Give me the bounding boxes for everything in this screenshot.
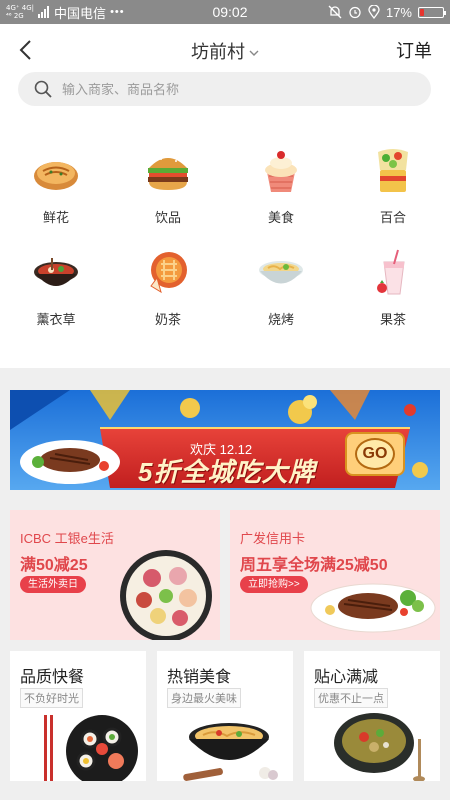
fast-meal-card[interactable]: 品质快餐 不负好时光 xyxy=(10,651,146,781)
category-label: 薰衣草 xyxy=(36,312,76,327)
location-selector[interactable]: 坊前村 xyxy=(0,38,450,64)
card-title: 品质快餐 xyxy=(20,669,85,686)
wrap-icon xyxy=(378,149,408,192)
mute-bell-icon xyxy=(328,5,342,19)
promo-title: ICBC 工银e生活 xyxy=(20,531,114,546)
category-label: 烧烤 xyxy=(267,312,294,327)
search-icon xyxy=(34,80,52,98)
card-subtitle: 优惠不止一点 xyxy=(314,688,388,708)
card-subtitle: 不负好时光 xyxy=(20,688,83,708)
battery-percent: 17% xyxy=(385,4,412,20)
top-nav-bar: 坊前村 订单 xyxy=(0,24,450,76)
category-item[interactable]: 鲜花 xyxy=(0,146,112,226)
hotpot-icon xyxy=(34,258,78,286)
promo-button[interactable]: 生活外卖日 xyxy=(20,576,86,593)
category-grid: 鲜花 饮品 美食 百合 薰衣草 奶茶 烧烤 果茶 xyxy=(0,116,450,368)
promo-banner[interactable]: 欢庆 12.12 5折全城吃大牌 GO xyxy=(10,390,440,490)
carrier-name: 中国电信 xyxy=(54,5,107,21)
battery-fill xyxy=(420,8,424,16)
cupcake-icon xyxy=(265,151,297,192)
soup-bowl-image xyxy=(334,713,425,781)
alarm-clock-icon xyxy=(349,6,361,19)
category-item[interactable]: 烧烤 xyxy=(225,248,337,328)
location-title: 坊前村 xyxy=(191,42,245,62)
category-label: 百合 xyxy=(379,210,406,225)
chevron-down-icon xyxy=(249,50,259,57)
orders-button[interactable]: 订单 xyxy=(396,37,432,63)
signal-indicator: 4G⁺ 4G| ⁴⁶ 2G xyxy=(6,4,34,20)
burger-icon xyxy=(148,155,188,190)
card-subtitle: 身边最火美味 xyxy=(167,688,241,708)
category-item[interactable]: 饮品 xyxy=(112,146,224,226)
noodle-bowl-icon xyxy=(259,261,303,284)
status-time: 09:02 xyxy=(212,4,248,20)
promo-button[interactable]: 立即抢购>> xyxy=(240,576,308,593)
promo-title: 广发信用卡 xyxy=(240,531,306,546)
category-label: 果茶 xyxy=(379,312,406,327)
search-area xyxy=(0,72,450,116)
signal-top-text: 4G⁺ 4G| xyxy=(6,4,35,12)
steak-plate-image xyxy=(310,583,436,633)
gf-promo-card[interactable]: 广发信用卡 周五享全场满25减50 立即抢购>> xyxy=(230,510,440,640)
promo-offer: 满50减25 xyxy=(20,557,88,574)
signal-bottom-text: ⁴⁶ 2G xyxy=(6,12,24,20)
card-title: 热销美食 xyxy=(167,669,232,686)
discount-card[interactable]: 贴心满减 优惠不止一点 xyxy=(304,651,440,781)
category-item[interactable]: 薰衣草 xyxy=(0,248,112,328)
banner-headline: 5折全城吃大牌 xyxy=(138,457,316,487)
pancake-icon xyxy=(34,162,78,190)
category-item[interactable]: 百合 xyxy=(337,146,449,226)
go-label: GO xyxy=(355,438,395,470)
category-label: 饮品 xyxy=(154,210,181,225)
category-label: 奶茶 xyxy=(154,312,181,327)
more-notifications-indicator: ••• xyxy=(110,6,125,18)
platter-image xyxy=(120,550,212,640)
category-label: 美食 xyxy=(267,210,294,225)
hot-food-card[interactable]: 热销美食 身边最火美味 xyxy=(157,651,293,781)
search-bar[interactable] xyxy=(18,72,431,106)
milkshake-icon xyxy=(377,249,405,295)
battery-icon xyxy=(418,6,446,18)
category-item[interactable]: 美食 xyxy=(225,146,337,226)
bottom-strip xyxy=(0,790,450,800)
pie-icon xyxy=(150,252,187,294)
card-title: 贴心满减 xyxy=(314,669,379,686)
location-pin-icon xyxy=(368,5,380,19)
category-item[interactable]: 果茶 xyxy=(337,248,449,328)
search-input[interactable] xyxy=(62,81,362,97)
status-bar: 4G⁺ 4G| ⁴⁶ 2G 中国电信 ••• 09:02 17% xyxy=(0,0,450,24)
category-label: 鲜花 xyxy=(42,210,69,225)
noodle-dish-image xyxy=(183,723,278,781)
signal-bars-icon xyxy=(38,6,50,18)
category-item[interactable]: 奶茶 xyxy=(112,248,224,328)
go-button[interactable]: GO xyxy=(345,432,405,476)
sushi-platter-image xyxy=(44,715,138,781)
icbc-promo-card[interactable]: ICBC 工银e生活 满50减25 生活外卖日 xyxy=(10,510,220,640)
